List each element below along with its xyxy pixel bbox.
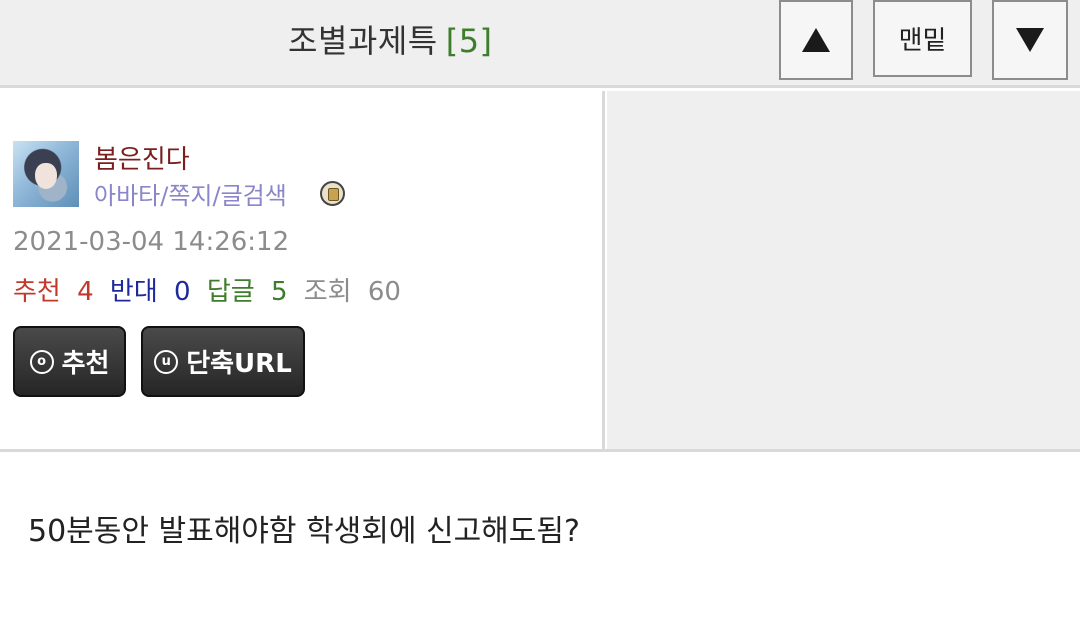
triangle-up-icon: [802, 28, 830, 52]
recommend-circle-icon: o: [29, 349, 54, 374]
triangle-down-icon: [1016, 28, 1044, 52]
section-divider: [0, 449, 1080, 452]
top-bar: 조별과제특 [5] 맨밑: [0, 0, 1080, 88]
recommend-stat: 추천 4: [13, 277, 94, 307]
post-datetime: 2021-03-04 14:26:12: [13, 227, 290, 257]
view-stat: 조회 60: [303, 277, 401, 307]
user-avatar-image[interactable]: [13, 141, 79, 207]
page-title-text: 조별과제특: [288, 22, 438, 60]
avatar-face: [35, 163, 57, 189]
reply-stat: 답글 5: [206, 277, 288, 307]
author-links[interactable]: 아바타/쪽지/글검색: [94, 176, 287, 211]
short-url-circle-icon: u: [154, 349, 179, 374]
recommend-button[interactable]: o 추천: [13, 326, 126, 397]
page-title: 조별과제특 [5]: [288, 16, 493, 62]
scroll-bottom-button[interactable]: 맨밑: [873, 0, 972, 77]
recommend-button-label: 추천: [61, 349, 110, 379]
scroll-up-button[interactable]: [779, 0, 853, 80]
scroll-down-button[interactable]: [992, 0, 1068, 80]
oppose-stat: 반대 0: [109, 277, 191, 307]
member-badge-icon: [320, 181, 345, 206]
reply-count: [5]: [445, 22, 493, 60]
author-name[interactable]: 봄은진다: [94, 139, 190, 176]
post-body: 50분동안 발표해야함 학생회에 신고해도됨?: [28, 514, 580, 549]
side-panel: [607, 91, 1080, 451]
post-stats: 추천 4 반대 0 답글 5 조회 60: [13, 271, 401, 308]
short-url-button[interactable]: u 단축URL: [141, 326, 305, 397]
short-url-button-label: 단축URL: [186, 349, 292, 379]
